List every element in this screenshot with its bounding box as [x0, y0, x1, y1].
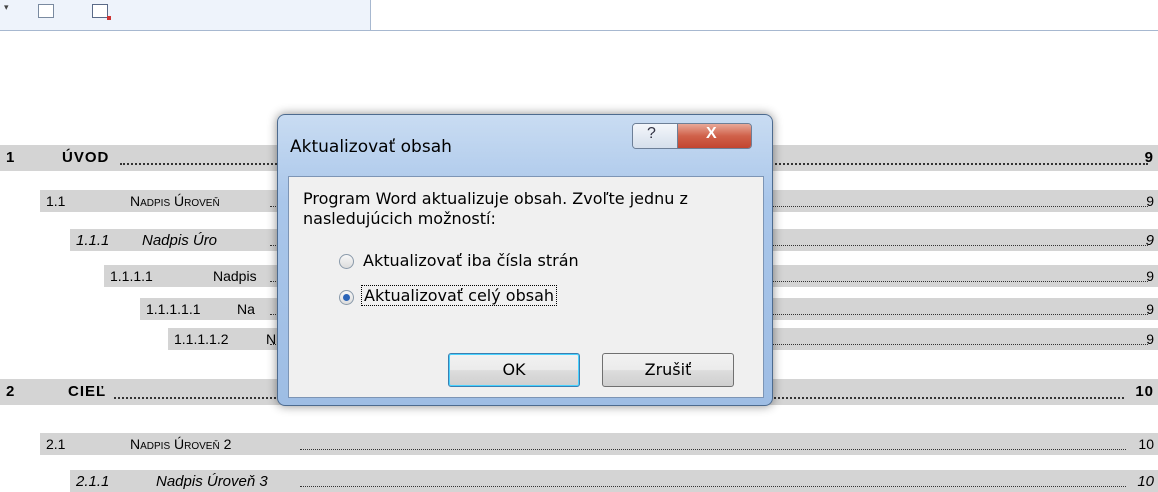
toc-entry-title: Nadpis — [213, 268, 257, 284]
title-bar-buttons: ? X — [632, 123, 752, 149]
toc-entry-page: 9 — [1145, 232, 1154, 249]
toc-entry-number: 2.1.1 — [76, 473, 110, 490]
toc-entry-page: 9 — [1146, 268, 1154, 284]
toc-entry-title: Nadpis Úroveň — [130, 193, 220, 209]
toc-entry-title: Nadpis Úro — [142, 232, 218, 249]
close-icon: X — [706, 125, 717, 142]
toc-entry-page: 9 — [1146, 331, 1154, 347]
toc-entry-number: 1.1.1.1 — [110, 268, 153, 284]
radio-label[interactable]: Aktualizovať iba čísla strán — [361, 251, 581, 270]
help-button[interactable]: ? — [633, 124, 678, 148]
radio-label[interactable]: Aktualizovať celý obsah — [361, 285, 558, 306]
toc-entry-title: Na — [237, 301, 255, 317]
toc-entry-title: ÚVOD — [62, 149, 110, 166]
toc-entry-title: CIEĽ — [68, 383, 107, 400]
toc-entry-page: 10 — [1137, 473, 1154, 490]
toc-entry-page: 9 — [1144, 149, 1154, 166]
close-button[interactable]: X — [678, 124, 751, 148]
radio-button-selected-icon[interactable] — [339, 290, 354, 305]
toc-entry-number: 1 — [6, 149, 16, 166]
toc-entry-number: 1.1.1 — [76, 232, 110, 249]
toc-entry-number: 1.1 — [46, 193, 66, 209]
toc-entry-page: 9 — [1146, 193, 1154, 209]
dialog-message: Program Word aktualizuje obsah. Zvoľte j… — [303, 189, 688, 228]
toc-entry-number: 2 — [6, 383, 16, 400]
toc-entry-title: Nadpis Úroveň 2 — [130, 436, 232, 452]
update-toc-dialog: Aktualizovať obsah ? X Program Word aktu… — [277, 114, 773, 406]
radio-button-icon[interactable] — [339, 254, 354, 269]
ok-button[interactable]: OK — [448, 353, 580, 387]
toc-entry-page: 9 — [1146, 301, 1154, 317]
help-icon: ? — [647, 125, 656, 142]
toc-entry-number: 2.1 — [46, 436, 66, 452]
dialog-title: Aktualizovať obsah — [290, 137, 452, 157]
toc-entry-page: 10 — [1138, 436, 1154, 452]
toc-entry-page: 10 — [1135, 383, 1154, 400]
toc-entry-title: Nadpis Úroveň 3 — [156, 473, 268, 490]
cancel-button[interactable]: Zrušiť — [602, 353, 734, 387]
toc-entry-number: 1.1.1.1.2 — [174, 331, 229, 347]
toc-entry-number: 1.1.1.1.1 — [146, 301, 201, 317]
dialog-body: Program Word aktualizuje obsah. Zvoľte j… — [288, 176, 764, 398]
